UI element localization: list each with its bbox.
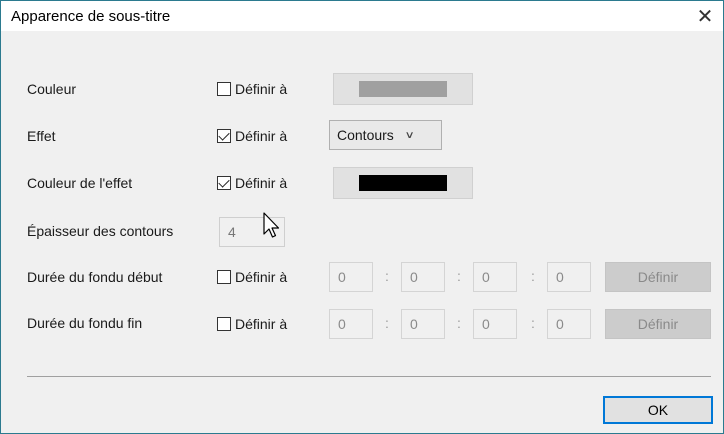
effect-color-define-checkbox[interactable]: Définir à [217, 175, 287, 191]
time-separator: : [457, 268, 461, 284]
checkbox-box-checked[interactable] [217, 176, 231, 190]
effect-define-label: Définir à [235, 128, 288, 144]
ok-button[interactable]: OK [603, 396, 713, 424]
color-picker-button[interactable] [333, 73, 473, 105]
title-bar: Apparence de sous-titre ✕ [1, 1, 723, 31]
dialog-title: Apparence de sous-titre [11, 8, 171, 25]
effect-label: Effet [27, 128, 56, 144]
fade-in-define-checkbox[interactable]: Définir à [217, 269, 287, 285]
checkbox-box[interactable] [217, 317, 231, 331]
checkbox-box[interactable] [217, 82, 231, 96]
outline-thickness-label: Épaisseur des contours [27, 223, 174, 239]
fade-out-minutes-field[interactable]: 0 [401, 309, 445, 339]
mouse-cursor-icon [263, 212, 280, 238]
fade-in-hours-field[interactable]: 0 [329, 262, 373, 292]
time-separator: : [385, 315, 389, 331]
time-separator: : [531, 268, 535, 284]
effect-define-checkbox[interactable]: Définir à [217, 128, 287, 144]
color-swatch [359, 81, 447, 97]
fade-out-define-label: Définir à [235, 316, 288, 332]
effect-select-value: Contours [337, 127, 394, 143]
fade-in-define-button[interactable]: Définir [605, 262, 711, 292]
color-label: Couleur [27, 81, 77, 97]
fade-out-define-checkbox[interactable]: Définir à [217, 316, 287, 332]
fade-in-minutes-field[interactable]: 0 [401, 262, 445, 292]
fade-in-label: Durée du fondu début [27, 269, 163, 285]
close-icon[interactable]: ✕ [691, 2, 719, 30]
time-separator: : [531, 315, 535, 331]
fade-out-label: Durée du fondu fin [27, 315, 143, 331]
fade-in-define-label: Définir à [235, 269, 288, 285]
effect-color-swatch [359, 175, 447, 191]
fade-out-seconds-field[interactable]: 0 [473, 309, 517, 339]
time-separator: : [457, 315, 461, 331]
fade-in-seconds-field[interactable]: 0 [473, 262, 517, 292]
subtitle-appearance-dialog: Apparence de sous-titre ✕ Couleur Défini… [0, 0, 724, 434]
effect-color-picker-button[interactable] [333, 167, 473, 199]
fade-out-define-button[interactable]: Définir [605, 309, 711, 339]
checkbox-box-checked[interactable] [217, 129, 231, 143]
chevron-down-icon: ∨ [404, 129, 415, 141]
color-define-label: Définir à [235, 81, 288, 97]
effect-color-define-label: Définir à [235, 175, 288, 191]
effect-color-label: Couleur de l'effet [27, 175, 133, 191]
footer-divider [27, 376, 711, 377]
effect-select[interactable]: Contours ∨ [329, 120, 442, 150]
fade-out-frames-field[interactable]: 0 [547, 309, 591, 339]
time-separator: : [385, 268, 389, 284]
fade-out-hours-field[interactable]: 0 [329, 309, 373, 339]
checkbox-box[interactable] [217, 270, 231, 284]
fade-in-frames-field[interactable]: 0 [547, 262, 591, 292]
color-define-checkbox[interactable]: Définir à [217, 81, 287, 97]
